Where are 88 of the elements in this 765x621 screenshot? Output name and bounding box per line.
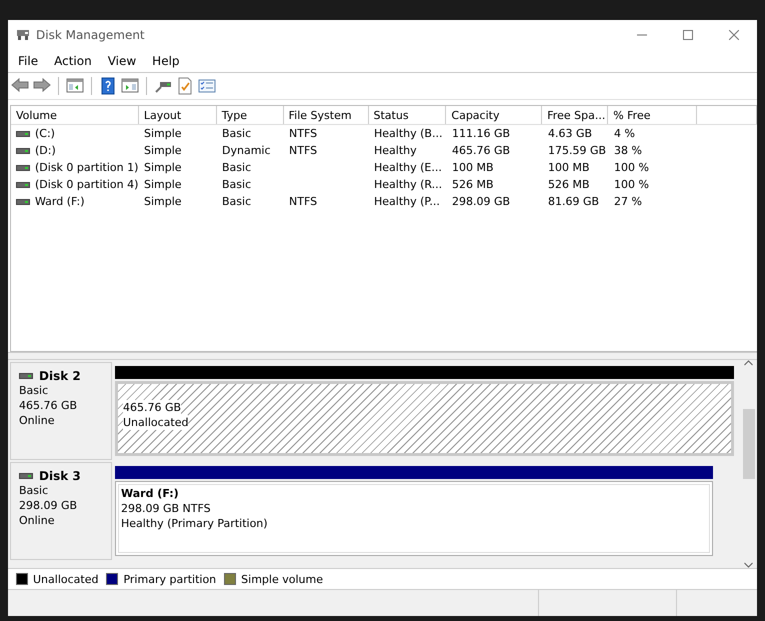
- disk-size: 298.09 GB: [19, 498, 78, 513]
- legend-label: Primary partition: [123, 572, 216, 586]
- unallocated-region[interactable]: 465.76 GB Unallocated: [115, 381, 734, 456]
- table-cell: Simple: [144, 161, 182, 174]
- table-cell: 298.09 GB: [452, 195, 510, 208]
- table-cell: 111.16 GB: [452, 127, 510, 140]
- table-cell: 4.63 GB: [548, 127, 592, 140]
- volume-name: (Disk 0 partition 4): [35, 178, 138, 191]
- table-cell: Healthy (B...: [374, 127, 442, 140]
- scroll-down-icon[interactable]: [744, 562, 753, 568]
- menu-item[interactable]: File: [10, 54, 46, 68]
- table-cell: 526 MB: [452, 178, 494, 191]
- table-cell: 100 %: [614, 161, 649, 174]
- checklist-icon[interactable]: [198, 77, 216, 95]
- partition-block[interactable]: Ward (F:) 298.09 GB NTFS Healthy (Primary Partition): [115, 481, 713, 556]
- drive-icon: [19, 471, 33, 481]
- drive-icon: [16, 162, 30, 172]
- table-cell: Simple: [144, 178, 182, 191]
- scroll-up-icon[interactable]: [744, 360, 753, 366]
- table-cell: 38 %: [614, 144, 642, 157]
- disk-size: 465.76 GB: [19, 398, 78, 413]
- table-cell: 27 %: [614, 195, 642, 208]
- table-cell: Basic: [222, 161, 252, 174]
- disk-status: Online: [19, 513, 56, 528]
- legend-label: Simple volume: [241, 572, 323, 586]
- table-cell: Dynamic: [222, 144, 271, 157]
- legend-label: Unallocated: [33, 572, 98, 586]
- table-cell: 4 %: [614, 127, 635, 140]
- table-cell: Healthy (P...: [374, 195, 440, 208]
- window-title: Disk Management: [36, 28, 146, 42]
- table-cell: Basic: [222, 178, 252, 191]
- disk-type: Basic: [19, 483, 50, 498]
- checked-document-icon[interactable]: [176, 77, 194, 95]
- maximize-icon: [683, 30, 693, 40]
- table-cell: NTFS: [289, 195, 318, 208]
- table-cell: 175.59 GB: [548, 144, 606, 157]
- table-cell: Simple: [144, 195, 182, 208]
- partition-info: Healthy (Primary Partition): [121, 516, 268, 531]
- disk-type: Basic: [19, 383, 50, 398]
- close-icon: [729, 30, 739, 40]
- table-cell: 100 MB: [548, 161, 590, 174]
- help-icon[interactable]: [99, 77, 117, 95]
- forward-arrow-icon[interactable]: [33, 77, 51, 95]
- table-cell: 100 MB: [452, 161, 494, 174]
- drive-icon: [16, 196, 30, 206]
- panel-icon[interactable]: [66, 77, 84, 95]
- scroll-thumb[interactable]: [742, 409, 754, 479]
- volume-name: (D:): [35, 144, 56, 157]
- drive-icon: [16, 128, 30, 138]
- table-cell: 526 MB: [548, 178, 590, 191]
- column-header[interactable]: Capacity: [446, 106, 542, 124]
- table-cell: Healthy (R...: [374, 178, 442, 191]
- volume-name: (C:): [35, 127, 55, 140]
- table-cell: Basic: [222, 195, 252, 208]
- menu-item[interactable]: View: [100, 54, 144, 68]
- menu-item[interactable]: Help: [144, 54, 188, 68]
- partition-info: 465.76 GB: [123, 400, 182, 415]
- column-header[interactable]: Type: [216, 106, 284, 124]
- table-cell: 81.69 GB: [548, 195, 600, 208]
- table-cell: 100 %: [614, 178, 649, 191]
- column-header[interactable]: Status: [368, 106, 446, 124]
- volume-name: (Disk 0 partition 1): [35, 161, 138, 174]
- disk-name: Disk 2: [39, 369, 81, 383]
- menu-item[interactable]: Action: [46, 54, 100, 68]
- partition-title: Ward (F:): [121, 486, 179, 501]
- back-arrow-icon[interactable]: [11, 77, 29, 95]
- panel-icon[interactable]: [121, 77, 139, 95]
- column-header[interactable]: Layout: [138, 106, 217, 124]
- volume-name: Ward (F:): [35, 195, 84, 208]
- column-header[interactable]: % Free: [608, 106, 698, 124]
- table-cell: NTFS: [289, 127, 318, 140]
- table-cell: Healthy (E...: [374, 161, 442, 174]
- partition-info: Unallocated: [123, 415, 188, 430]
- table-cell: Basic: [222, 127, 252, 140]
- drive-icon: [16, 146, 30, 156]
- column-header[interactable]: Free Spa...: [542, 106, 608, 124]
- disk-name: Disk 3: [39, 469, 81, 483]
- table-cell: NTFS: [289, 144, 318, 157]
- column-header[interactable]: Volume: [11, 106, 139, 124]
- table-cell: 465.76 GB: [452, 144, 510, 157]
- drive-icon: [19, 371, 33, 381]
- disk-status: Online: [19, 413, 56, 428]
- table-cell: Simple: [144, 127, 182, 140]
- drive-icon: [16, 180, 30, 190]
- table-cell: Healthy: [374, 144, 417, 157]
- app-icon: [16, 28, 30, 42]
- table-cell: Simple: [144, 144, 182, 157]
- column-header[interactable]: File System: [284, 106, 369, 124]
